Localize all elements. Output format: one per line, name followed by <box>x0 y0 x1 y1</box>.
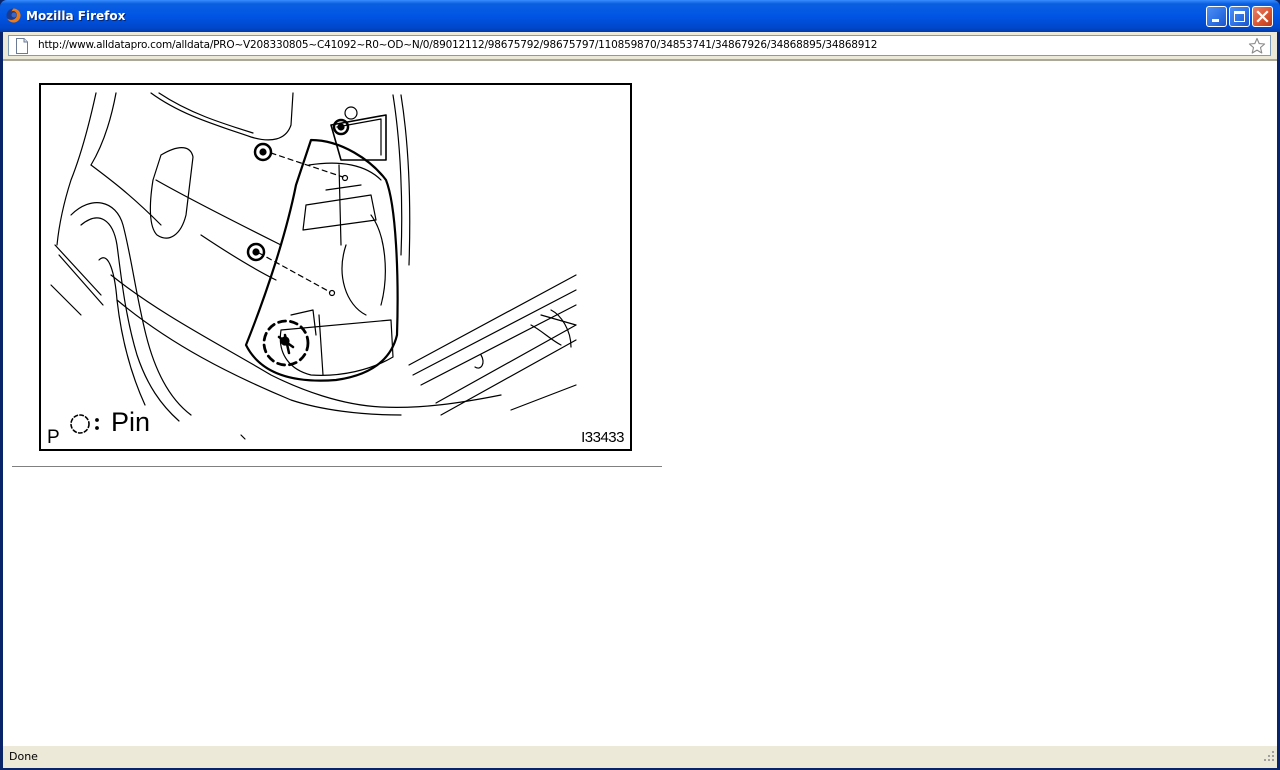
firefox-icon <box>6 8 21 23</box>
title-bar[interactable]: Mozilla Firefox <box>0 0 1280 32</box>
page-content: P Pin I33433 <box>3 60 1277 746</box>
figure-code: I33433 <box>581 429 624 446</box>
url-bar[interactable]: http://www.alldatapro.com/alldata/PRO~V2… <box>8 35 1271 56</box>
page-icon <box>16 38 28 54</box>
star-icon[interactable] <box>1248 37 1266 55</box>
repair-diagram: P Pin I33433 <box>39 83 632 451</box>
status-bar: Done <box>3 745 1277 768</box>
resize-grip-icon[interactable] <box>1263 750 1275 762</box>
navigation-bar: http://www.alldatapro.com/alldata/PRO~V2… <box>3 32 1277 60</box>
maximize-icon <box>1234 11 1245 22</box>
minimize-icon <box>1212 19 1219 22</box>
close-button[interactable] <box>1252 6 1273 27</box>
browser-window: Mozilla Firefox http://www.alldatapro.co… <box>0 0 1280 770</box>
minimize-button[interactable] <box>1206 6 1227 27</box>
close-icon <box>1256 10 1269 23</box>
p-label: P <box>47 427 60 448</box>
maximize-button[interactable] <box>1229 6 1250 27</box>
browser-frame: http://www.alldatapro.com/alldata/PRO~V2… <box>3 32 1277 768</box>
window-title: Mozilla Firefox <box>26 9 126 23</box>
url-text[interactable]: http://www.alldatapro.com/alldata/PRO~V2… <box>38 39 877 51</box>
status-text: Done <box>9 750 38 763</box>
horizontal-rule <box>12 466 662 467</box>
tail-lamp-illustration <box>50 92 577 440</box>
pin-legend-label: Pin <box>111 407 151 437</box>
